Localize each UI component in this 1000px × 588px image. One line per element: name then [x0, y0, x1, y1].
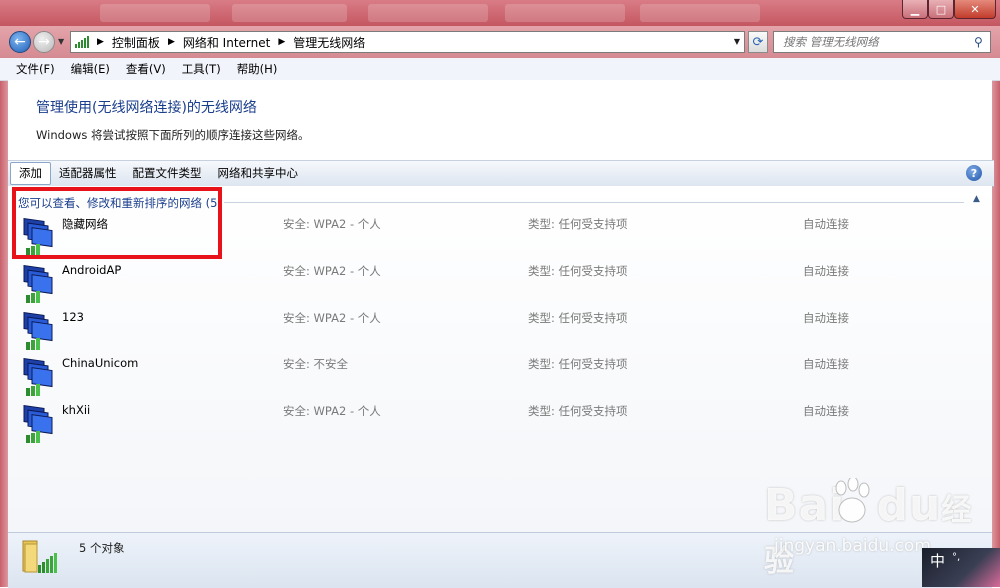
search-input[interactable] — [773, 31, 991, 53]
maximize-button[interactable]: □ — [928, 0, 954, 19]
breadcrumb-separator-icon[interactable]: ▶ — [168, 37, 175, 47]
network-security: 安全: WPA2 - 个人 — [283, 264, 381, 278]
collapse-group-icon[interactable]: ▲ — [973, 194, 980, 204]
network-security: 安全: 不安全 — [283, 357, 349, 371]
refresh-icon: ⟳ — [752, 34, 764, 50]
help-icon[interactable]: ? — [966, 165, 982, 181]
background-tab — [232, 4, 347, 22]
background-tab — [505, 4, 625, 22]
breadcrumb-manage-wireless[interactable]: 管理无线网络 — [293, 34, 365, 51]
ime-indicator[interactable]: 中 °, — [922, 548, 1000, 587]
breadcrumb-separator-icon[interactable]: ▶ — [278, 37, 285, 47]
add-button[interactable]: 添加 — [10, 162, 51, 185]
search-icon[interactable]: ⚲ — [974, 35, 983, 49]
network-type: 类型: 任何受支持项 — [528, 404, 628, 418]
profile-types-button[interactable]: 配置文件类型 — [125, 163, 210, 184]
minimize-icon: ▁ — [910, 2, 920, 16]
wireless-network-icon — [23, 404, 53, 443]
forward-button[interactable]: → — [33, 31, 55, 53]
menu-help[interactable]: 帮助(H) — [229, 61, 286, 77]
network-type: 类型: 任何受支持项 — [528, 357, 628, 371]
menu-file[interactable]: 文件(F) — [8, 61, 63, 77]
network-security: 安全: WPA2 - 个人 — [283, 311, 381, 325]
network-row[interactable]: AndroidAP 安全: WPA2 - 个人 类型: 任何受支持项 自动连接 — [16, 259, 976, 305]
adapter-properties-button[interactable]: 适配器属性 — [51, 163, 125, 184]
address-bar[interactable]: ▶ 控制面板 ▶ 网络和 Internet ▶ 管理无线网络 ▼ — [70, 31, 745, 53]
close-button[interactable]: ✕ — [954, 0, 996, 19]
ime-punctuation-icon: °, — [952, 552, 961, 563]
network-type: 类型: 任何受支持项 — [528, 311, 628, 325]
menu-view[interactable]: 查看(V) — [118, 61, 174, 77]
forward-arrow-icon: → — [38, 34, 50, 50]
recent-pages-button[interactable]: ▼ — [58, 37, 64, 46]
network-connect-mode: 自动连接 — [803, 311, 849, 325]
close-icon: ✕ — [970, 2, 980, 16]
address-dropdown-icon[interactable]: ▼ — [734, 37, 740, 46]
wireless-network-icon — [23, 311, 53, 350]
network-row[interactable]: khXii 安全: WPA2 - 个人 类型: 任何受支持项 自动连接 — [16, 399, 976, 445]
network-security: 安全: WPA2 - 个人 — [283, 404, 381, 418]
network-sharing-center-button[interactable]: 网络和共享中心 — [210, 163, 307, 184]
menu-tools[interactable]: 工具(T) — [174, 61, 229, 77]
ime-language-icon: 中 — [930, 552, 946, 570]
network-security: 安全: WPA2 - 个人 — [283, 217, 381, 231]
wireless-network-icon — [23, 264, 53, 303]
minimize-button[interactable]: ▁ — [902, 0, 928, 19]
page-description: Windows 将尝试按照下面所列的顺序连接这些网络。 — [36, 128, 310, 142]
breadcrumb-control-panel[interactable]: 控制面板 — [112, 34, 160, 51]
page-header: 管理使用(无线网络连接)的无线网络 Windows 将尝试按照下面所列的顺序连接… — [8, 80, 992, 160]
breadcrumb-network-internet[interactable]: 网络和 Internet — [183, 34, 270, 51]
navigation-bar: ← → ▼ ▶ 控制面板 ▶ 网络和 Internet ▶ 管理无线网络 ▼ ⟳… — [0, 26, 1000, 58]
background-tab — [368, 4, 488, 22]
network-connect-mode: 自动连接 — [803, 217, 849, 231]
network-name: AndroidAP — [62, 263, 122, 277]
network-connect-mode: 自动连接 — [803, 357, 849, 371]
watermark-url: jingyan.baidu.com — [774, 536, 931, 556]
network-name: ChinaUnicom — [62, 356, 139, 370]
background-tab — [640, 4, 760, 22]
network-name: 123 — [62, 310, 84, 324]
menu-edit[interactable]: 编辑(E) — [63, 61, 118, 77]
network-name: khXii — [62, 403, 91, 417]
page-title: 管理使用(无线网络连接)的无线网络 — [36, 100, 257, 116]
back-arrow-icon: ← — [14, 34, 26, 50]
wireless-network-icon — [23, 357, 53, 396]
network-type: 类型: 任何受支持项 — [528, 264, 628, 278]
background-tab — [100, 4, 210, 22]
group-divider — [224, 202, 964, 203]
network-row[interactable]: 123 安全: WPA2 - 个人 类型: 任何受支持项 自动连接 — [16, 306, 976, 352]
breadcrumb: ▶ 控制面板 ▶ 网络和 Internet ▶ 管理无线网络 — [97, 34, 365, 51]
command-toolbar: 添加 适配器属性 配置文件类型 网络和共享中心 ? — [8, 160, 994, 187]
highlight-annotation — [12, 187, 222, 259]
network-type: 类型: 任何受支持项 — [528, 217, 628, 231]
status-object-count: 5 个对象 — [79, 541, 125, 555]
network-row[interactable]: ChinaUnicom 安全: 不安全 类型: 任何受支持项 自动连接 — [16, 352, 976, 398]
menu-bar: 文件(F) 编辑(E) 查看(V) 工具(T) 帮助(H) — [0, 58, 1000, 81]
baidu-paw-icon — [835, 478, 870, 523]
network-connect-mode: 自动连接 — [803, 264, 849, 278]
network-connect-mode: 自动连接 — [803, 404, 849, 418]
window-frame-left — [0, 58, 8, 587]
folder-signal-icon — [22, 540, 57, 573]
breadcrumb-separator-icon[interactable]: ▶ — [97, 37, 104, 47]
maximize-icon: □ — [935, 2, 947, 16]
chevron-down-icon: ▼ — [58, 37, 65, 46]
refresh-button[interactable]: ⟳ — [748, 31, 768, 53]
wireless-signal-icon — [75, 36, 89, 48]
back-button[interactable]: ← — [9, 31, 31, 53]
window-titlebar[interactable]: ▁ □ ✕ — [0, 0, 1000, 26]
